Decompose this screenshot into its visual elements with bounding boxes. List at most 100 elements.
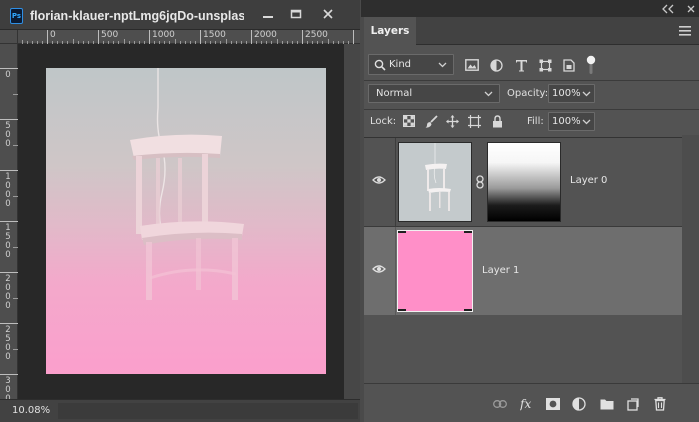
checkerboard-icon: [403, 115, 415, 127]
panel-tab-bar: Layers: [364, 17, 699, 45]
tab-layers[interactable]: Layers: [364, 17, 416, 45]
layer-style-button[interactable]: fx: [520, 397, 534, 411]
layer-0-mask-thumbnail[interactable]: [487, 142, 561, 222]
layer-row-layer-1[interactable]: Layer 1: [364, 227, 682, 315]
ruler-label: 1000: [5, 172, 11, 209]
close-panel-icon[interactable]: [686, 4, 696, 14]
chevron-down-icon: [484, 91, 493, 97]
filter-kind-select[interactable]: Kind: [368, 54, 454, 75]
ruler-label: 1000: [152, 30, 175, 40]
filter-adjustment-button[interactable]: [489, 58, 503, 72]
chevron-down-icon: [582, 119, 591, 125]
ruler-label: 2500: [305, 30, 328, 40]
minimize-button[interactable]: [256, 5, 280, 23]
filter-smart-object-button[interactable]: [562, 58, 576, 72]
panel-menu-icon[interactable]: [679, 26, 691, 36]
layers-panel-footer: fx: [364, 383, 699, 422]
ruler-label: 0: [5, 70, 11, 80]
panel-dock-header[interactable]: [361, 0, 699, 17]
ruler-label: 2000: [254, 30, 277, 40]
ruler-label: 500: [101, 30, 119, 40]
visibility-eye-icon[interactable]: [372, 264, 386, 274]
chevron-down-icon: [438, 62, 447, 68]
ruler-label: 2000: [5, 274, 11, 311]
ruler-label: 2500: [5, 325, 11, 362]
link-layers-button[interactable]: [493, 397, 507, 411]
toggle-switch-icon: [586, 55, 596, 74]
layer-row-layer-0[interactable]: Layer 0: [364, 138, 682, 226]
vertical-ruler[interactable]: 0 500 1000 1500 2000 2500 3000: [0, 44, 18, 413]
new-group-button[interactable]: [600, 397, 614, 411]
document-title: florian-klauer-nptLmg6jqDo-unsplash.j...: [30, 9, 244, 23]
brush-icon: [425, 114, 438, 128]
lock-transparent-pixels-button[interactable]: [402, 114, 416, 128]
fill-field[interactable]: 100%: [548, 112, 595, 131]
layer-name[interactable]: Layer 0: [570, 175, 607, 186]
divider: [395, 227, 396, 315]
opacity-field[interactable]: 100%: [548, 84, 595, 103]
lock-label: Lock:: [370, 116, 397, 127]
zoom-level-field[interactable]: 10.08%: [12, 403, 60, 419]
filter-type-button[interactable]: [514, 58, 528, 72]
document-title-bar[interactable]: Ps florian-klauer-nptLmg6jqDo-unsplash.j…: [0, 0, 360, 30]
divider: [364, 80, 699, 81]
mask-icon: [546, 398, 560, 410]
fill-label: Fill:: [527, 116, 544, 127]
link-icon: [493, 400, 507, 408]
adjustment-icon: [572, 397, 586, 411]
collapse-panels-icon[interactable]: [661, 4, 683, 14]
layers-panel: Layers Kind Normal Opacity: 100% Lock: F…: [364, 17, 699, 422]
opacity-label: Opacity:: [507, 88, 549, 99]
layer-name[interactable]: Layer 1: [482, 265, 519, 276]
blend-mode-value: Normal: [376, 88, 413, 99]
filter-toggle-switch[interactable]: [583, 55, 599, 75]
document-window: Ps florian-klauer-nptLmg6jqDo-unsplash.j…: [0, 0, 360, 422]
chair-thumbnail-image: [399, 143, 471, 221]
smart-object-icon: [563, 58, 575, 72]
canvas-area[interactable]: [18, 44, 344, 399]
new-layer-button[interactable]: [626, 397, 640, 411]
layers-scrollbar[interactable]: [682, 135, 699, 383]
close-button[interactable]: [316, 5, 340, 23]
layer-1-thumbnail[interactable]: [397, 230, 473, 312]
maximize-button[interactable]: [284, 5, 308, 23]
mask-link-icon[interactable]: [475, 175, 485, 189]
filter-pixel-button[interactable]: [465, 58, 479, 72]
divider: [395, 138, 396, 226]
horizontal-ruler[interactable]: 0 500 1000 1500 2000 2500: [18, 30, 360, 44]
layer-0-thumbnail[interactable]: [398, 142, 472, 222]
move-icon: [445, 114, 459, 128]
status-bar: 10.08%: [0, 399, 360, 422]
lock-icon: [492, 114, 502, 127]
trash-icon: [654, 397, 666, 411]
ruler-label: 1500: [203, 30, 226, 40]
divider: [364, 109, 699, 110]
lock-image-pixels-button[interactable]: [424, 114, 438, 128]
lock-position-button[interactable]: [445, 114, 459, 128]
ruler-label: 500: [5, 121, 11, 149]
lock-artboard-button[interactable]: [467, 114, 481, 128]
filter-shape-button[interactable]: [538, 58, 552, 72]
image-icon: [465, 59, 479, 71]
visibility-eye-icon[interactable]: [372, 175, 386, 185]
add-mask-button[interactable]: [546, 397, 560, 411]
blend-mode-select[interactable]: Normal: [368, 84, 500, 103]
shape-icon: [539, 59, 551, 71]
delete-layer-button[interactable]: [653, 397, 667, 411]
lock-all-button[interactable]: [490, 114, 504, 128]
new-adjustment-layer-button[interactable]: [572, 397, 586, 411]
search-icon: [374, 59, 386, 71]
ruler-origin[interactable]: [0, 30, 18, 44]
vertical-scrollbar[interactable]: [344, 44, 360, 399]
fx-icon: fx: [520, 397, 531, 411]
artboard-icon: [467, 114, 481, 128]
type-icon: [515, 59, 527, 71]
minimize-icon: [263, 16, 273, 18]
adjustment-circle-icon: [489, 58, 503, 72]
photoshop-doc-icon: Ps: [10, 8, 23, 24]
new-layer-icon: [627, 397, 639, 411]
document-canvas[interactable]: [46, 68, 326, 374]
opacity-value: 100%: [552, 88, 581, 99]
horizontal-scrollbar[interactable]: [58, 403, 358, 419]
filter-kind-value: Kind: [389, 59, 412, 70]
